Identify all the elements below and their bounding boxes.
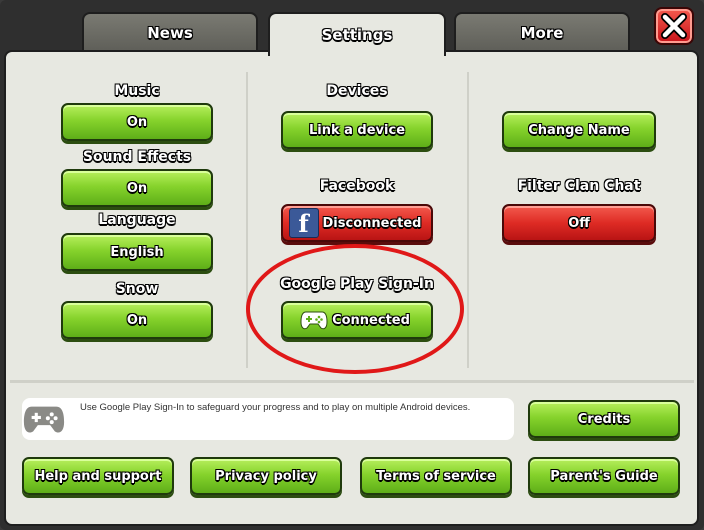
change-name-button[interactable]: Change Name [502,111,656,149]
facebook-button-label: Disconnected [322,215,422,231]
facebook-button[interactable]: f Disconnected [281,204,433,242]
snow-toggle-button[interactable]: On [61,301,213,339]
help-and-support-button[interactable]: Help and support [22,457,174,495]
close-button[interactable] [654,7,694,45]
facebook-label: Facebook [319,178,395,194]
filter-clan-chat-button[interactable]: Off [502,204,656,242]
language-label: Language [98,212,176,228]
column-divider [467,72,469,368]
info-text: Use Google Play Sign-In to safeguard you… [80,402,471,413]
privacy-policy-button[interactable]: Privacy policy [190,457,342,495]
google-play-button[interactable]: Connected [281,301,433,339]
music-label: Music [114,83,160,99]
terms-of-service-button[interactable]: Terms of service [360,457,512,495]
devices-label: Devices [326,83,388,99]
gamepad-icon [300,309,328,331]
google-play-button-label: Connected [332,312,410,328]
parents-guide-button[interactable]: Parent's Guide [528,457,680,495]
close-icon [661,13,687,39]
info-box: Use Google Play Sign-In to safeguard you… [22,398,514,440]
music-toggle-button[interactable]: On [61,103,213,141]
gamepad-icon [22,402,66,440]
link-device-button[interactable]: Link a device [281,111,433,149]
tab-settings[interactable]: Settings [268,12,446,56]
sound-effects-toggle-button[interactable]: On [61,169,213,207]
filter-clan-chat-label: Filter Clan Chat [517,178,641,194]
sound-effects-label: Sound Effects [82,149,192,165]
column-divider [246,72,248,368]
language-button[interactable]: English [61,233,213,271]
google-play-label: Google Play Sign-In [280,276,434,292]
credits-button[interactable]: Credits [528,400,680,438]
snow-label: Snow [115,281,159,297]
tab-news[interactable]: News [82,12,258,52]
facebook-icon: f [288,208,319,238]
tab-more[interactable]: More [454,12,630,52]
section-divider [10,380,694,383]
